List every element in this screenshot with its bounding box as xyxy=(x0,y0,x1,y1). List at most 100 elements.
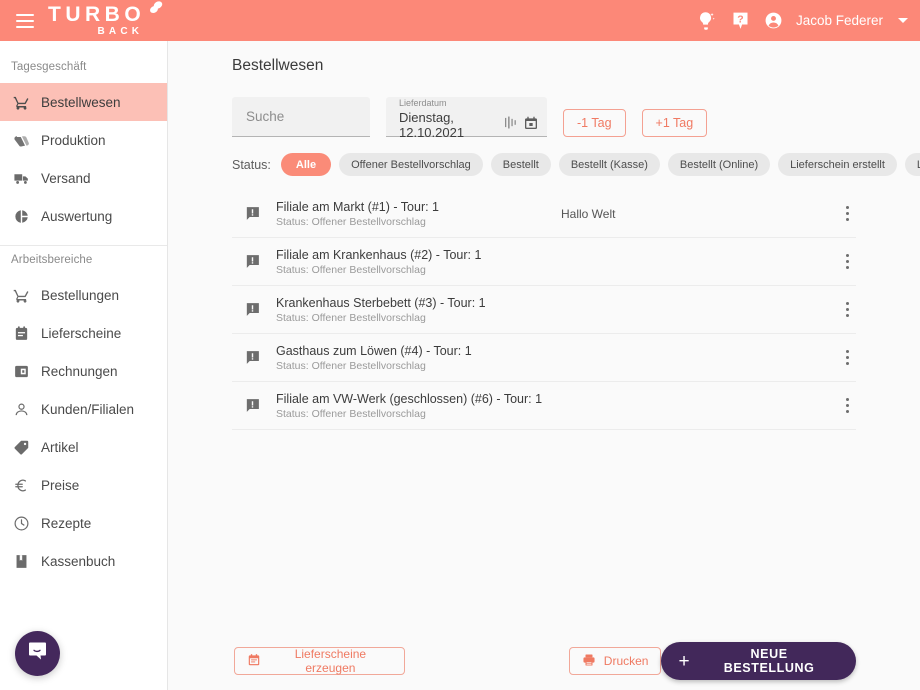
help-question-icon[interactable]: ? xyxy=(730,10,751,31)
order-title: Gasthaus zum Löwen (#4) - Tour: 1 xyxy=(276,343,472,358)
search-field[interactable] xyxy=(232,97,370,137)
main-content: Bestellwesen Lieferdatum Dienstag, 12.10… xyxy=(168,41,920,690)
sidebar-group-label-arbeitsbereiche: Arbeitsbereiche xyxy=(11,254,93,266)
invoice-icon xyxy=(13,363,30,380)
status-filter-bar: Status: Alle Offener Bestellvorschlag Be… xyxy=(168,137,920,176)
more-vertical-icon[interactable] xyxy=(836,251,858,273)
status-chip-bestellt-online[interactable]: Bestellt (Online) xyxy=(667,153,771,176)
order-status: Status: Offener Bestellvorschlag xyxy=(276,263,426,276)
sidebar-item-label: Auswertung xyxy=(41,208,113,224)
order-status: Status: Offener Bestellvorschlag xyxy=(276,311,426,324)
sidebar-item-auswertung[interactable]: Auswertung xyxy=(0,197,167,235)
chat-bubble-smile-icon xyxy=(26,639,50,668)
sidebar-item-versand[interactable]: Versand xyxy=(0,159,167,197)
more-vertical-icon[interactable] xyxy=(836,299,858,321)
sidebar-item-label: Versand xyxy=(41,170,91,186)
sidebar-item-label: Kunden/Filialen xyxy=(41,401,135,417)
table-row[interactable]: Filiale am Markt (#1) - Tour: 1 Status: … xyxy=(232,190,856,238)
delivery-date-value: Dienstag, 12.10.2021 xyxy=(399,110,465,140)
account-circle-icon[interactable] xyxy=(764,11,783,30)
filters-bar: Lieferdatum Dienstag, 12.10.2021 -1 Tag … xyxy=(168,75,920,140)
order-title: Filiale am VW-Werk (geschlossen) (#6) - … xyxy=(276,391,543,406)
comment-alert-icon xyxy=(244,349,261,366)
delivery-note-icon xyxy=(13,325,30,342)
search-input[interactable] xyxy=(246,109,356,124)
person-icon xyxy=(13,401,30,418)
more-vertical-icon[interactable] xyxy=(836,203,858,225)
new-order-button[interactable]: + NEUE BESTELLUNG xyxy=(661,642,856,680)
more-vertical-icon[interactable] xyxy=(836,395,858,417)
logo-dots-icon xyxy=(147,0,165,20)
sidebar-item-rechnungen[interactable]: Rechnungen xyxy=(0,352,167,390)
table-row[interactable]: Filiale am VW-Werk (geschlossen) (#6) - … xyxy=(232,382,856,430)
order-status: Status: Offener Bestellvorschlag xyxy=(276,215,426,228)
sidebar-item-kassenbuch[interactable]: Kassenbuch xyxy=(0,542,167,580)
tag-label-icon xyxy=(13,439,30,456)
date-picker-toggle-icon[interactable] xyxy=(505,116,516,134)
lightbulb-icon[interactable] xyxy=(695,10,717,32)
comment-alert-icon xyxy=(244,205,261,222)
order-title: Filiale am Markt (#1) - Tour: 1 xyxy=(276,199,440,214)
svg-text:?: ? xyxy=(737,13,743,25)
bottom-action-bar: Lieferscheine erzeugen Drucken + NEUE BE… xyxy=(168,632,920,690)
delivery-date-field[interactable]: Lieferdatum Dienstag, 12.10.2021 xyxy=(386,97,547,140)
next-day-button[interactable]: +1 Tag xyxy=(641,109,708,137)
app-window: TURBO BACK ? Jacob Federer Tagesgeschäft… xyxy=(0,0,920,690)
create-delivery-notes-button[interactable]: Lieferscheine erzeugen xyxy=(234,647,405,675)
status-chip-bestellt-kasse[interactable]: Bestellt (Kasse) xyxy=(558,153,660,176)
shopping-cart-icon xyxy=(13,287,30,304)
status-filter-label: Status: xyxy=(232,157,271,172)
comment-alert-icon xyxy=(244,397,261,414)
app-logo: TURBO BACK xyxy=(48,1,163,37)
table-row[interactable]: Gasthaus zum Löwen (#4) - Tour: 1 Status… xyxy=(232,334,856,382)
calendar-icon[interactable] xyxy=(523,115,539,136)
sidebar-item-bestellungen[interactable]: Bestellungen xyxy=(0,276,167,314)
order-status: Status: Offener Bestellvorschlag xyxy=(276,359,426,372)
book-icon xyxy=(13,553,30,570)
sidebar-item-label: Bestellwesen xyxy=(41,94,121,110)
order-list: Filiale am Markt (#1) - Tour: 1 Status: … xyxy=(168,176,920,430)
hamburger-menu-icon[interactable] xyxy=(16,13,34,28)
chevron-down-icon[interactable] xyxy=(898,18,908,23)
sidebar-item-artikel[interactable]: Artikel xyxy=(0,428,167,466)
status-chip-lieferschein-erstellt[interactable]: Lieferschein erstellt xyxy=(778,153,897,176)
euro-currency-icon xyxy=(13,477,30,494)
delivery-note-icon xyxy=(247,653,261,670)
order-note: Hallo Welt xyxy=(561,206,616,221)
more-vertical-icon[interactable] xyxy=(836,347,858,369)
create-delivery-notes-label: Lieferscheine erzeugen xyxy=(294,647,367,675)
page-title: Bestellwesen xyxy=(232,57,324,74)
sidebar-item-produktion[interactable]: Produktion xyxy=(0,121,167,159)
table-row[interactable]: Krankenhaus Sterbebett (#3) - Tour: 1 St… xyxy=(232,286,856,334)
logo-primary-text: TURBO xyxy=(48,3,146,26)
sidebar-item-preise[interactable]: Preise xyxy=(0,466,167,504)
pie-chart-icon xyxy=(13,208,30,225)
sidebar-item-bestellwesen[interactable]: Bestellwesen xyxy=(0,83,167,121)
sidebar-item-label: Produktion xyxy=(41,132,106,148)
username-label: Jacob Federer xyxy=(795,13,883,28)
print-label: Drucken xyxy=(603,654,649,668)
sidebar-item-label: Preise xyxy=(41,477,80,493)
clock-icon xyxy=(13,515,30,532)
sidebar-item-label: Rechnungen xyxy=(41,363,118,379)
top-bar-actions: ? Jacob Federer xyxy=(695,10,920,32)
chat-launcher-button[interactable] xyxy=(15,631,60,676)
sidebar-navigation: Tagesgeschäft Bestellwesen Produktion Ve… xyxy=(0,41,168,690)
sidebar-item-kunden-filialen[interactable]: Kunden/Filialen xyxy=(0,390,167,428)
sidebar-item-rezepte[interactable]: Rezepte xyxy=(0,504,167,542)
table-row[interactable]: Filiale am Krankenhaus (#2) - Tour: 1 St… xyxy=(232,238,856,286)
production-bread-icon xyxy=(13,132,30,149)
sidebar-item-label: Rezepte xyxy=(41,515,92,531)
status-chip-alle[interactable]: Alle xyxy=(280,153,332,176)
sidebar-item-lieferscheine[interactable]: Lieferscheine xyxy=(0,314,167,352)
order-title: Krankenhaus Sterbebett (#3) - Tour: 1 xyxy=(276,295,486,310)
previous-day-button[interactable]: -1 Tag xyxy=(563,109,626,137)
print-button[interactable]: Drucken xyxy=(568,647,662,675)
new-order-label: NEUE BESTELLUNG xyxy=(723,647,815,675)
shopping-cart-icon xyxy=(13,94,30,111)
status-chip-bestellt[interactable]: Bestellt xyxy=(490,153,551,176)
status-chip-liefersperre[interactable]: Liefersperre xyxy=(904,153,920,176)
sidebar-group-label-tagesgeschaeft: Tagesgeschäft xyxy=(11,61,87,73)
status-chip-offener-bestellvorschlag[interactable]: Offener Bestellvorschlag xyxy=(339,153,483,176)
sidebar-item-label: Lieferscheine xyxy=(41,325,122,341)
